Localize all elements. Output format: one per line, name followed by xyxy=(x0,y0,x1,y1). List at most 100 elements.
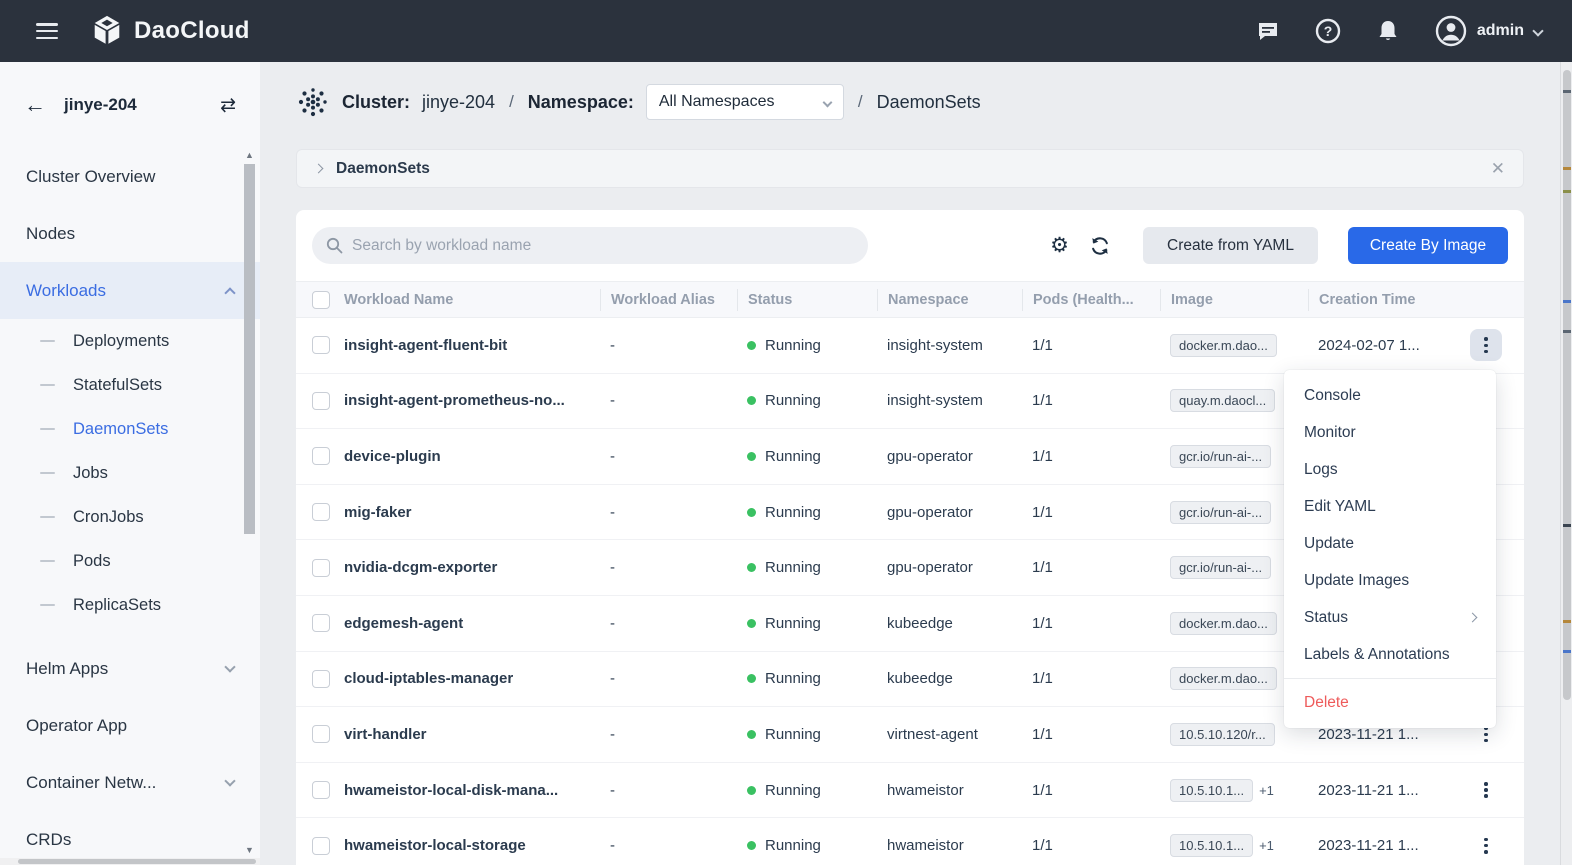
row-actions-kebab-icon[interactable] xyxy=(1470,830,1502,862)
row-actions-kebab-icon[interactable] xyxy=(1470,329,1502,361)
menu-item-edit-yaml[interactable]: Edit YAML xyxy=(1284,488,1496,525)
scrollbar-thumb[interactable] xyxy=(244,164,255,534)
workload-name-link[interactable]: cloud-iptables-manager xyxy=(340,670,600,687)
image-tag: gcr.io/run-ai-... xyxy=(1170,445,1271,468)
workload-name-link[interactable]: virt-handler xyxy=(340,726,600,743)
table-toolbar: ⚙ Create from YAML Create By Image xyxy=(296,210,1524,281)
sidebar-item-jobs[interactable]: Jobs xyxy=(0,451,260,495)
table-row[interactable]: hwameistor-local-disk-mana... - Running … xyxy=(296,763,1524,819)
workload-name-link[interactable]: mig-faker xyxy=(340,504,600,521)
sidebar-item-deployments[interactable]: Deployments xyxy=(0,319,260,363)
refresh-icon[interactable] xyxy=(1089,235,1111,257)
dash-icon xyxy=(40,604,55,607)
image-more-badge[interactable]: +1 xyxy=(1259,783,1274,798)
row-checkbox[interactable] xyxy=(312,781,330,799)
settings-gear-icon[interactable]: ⚙ xyxy=(1050,235,1069,256)
sidebar-item-pods[interactable]: Pods xyxy=(0,539,260,583)
hscrollbar-thumb[interactable] xyxy=(18,859,256,864)
row-checkbox[interactable] xyxy=(312,725,330,743)
sidebar-item-replicasets[interactable]: ReplicaSets xyxy=(0,583,260,627)
workload-name-link[interactable]: insight-agent-prometheus-no... xyxy=(340,392,600,409)
tab-title: DaemonSets xyxy=(336,160,430,178)
row-checkbox[interactable] xyxy=(312,336,330,354)
menu-item-status[interactable]: Status xyxy=(1284,599,1496,636)
status-text: Running xyxy=(765,337,821,354)
chevron-right-icon[interactable] xyxy=(314,164,324,174)
hamburger-menu-icon[interactable] xyxy=(36,23,58,39)
username: admin xyxy=(1477,22,1524,40)
col-image[interactable]: Image xyxy=(1160,289,1308,311)
sidebar-item-crds[interactable]: CRDs xyxy=(0,811,260,857)
workload-name-link[interactable]: insight-agent-fluent-bit xyxy=(340,337,600,354)
col-creation-time[interactable]: Creation Time xyxy=(1308,289,1448,311)
workload-name-link[interactable]: edgemesh-agent xyxy=(340,615,600,632)
search-box[interactable] xyxy=(312,227,868,264)
menu-item-labels-annotations[interactable]: Labels & Annotations xyxy=(1284,636,1496,673)
help-icon[interactable]: ? xyxy=(1315,18,1341,44)
row-checkbox[interactable] xyxy=(312,559,330,577)
chat-icon[interactable] xyxy=(1255,18,1281,44)
col-pods[interactable]: Pods (Health... xyxy=(1022,289,1160,311)
page-scrollbar-thumb[interactable] xyxy=(1563,70,1571,700)
create-by-image-button[interactable]: Create By Image xyxy=(1348,227,1508,264)
col-workload-name[interactable]: Workload Name xyxy=(340,292,600,308)
sidebar-scrollbar[interactable]: ▲ ▼ xyxy=(243,150,256,855)
user-menu[interactable]: admin xyxy=(1435,15,1542,47)
create-from-yaml-button[interactable]: Create from YAML xyxy=(1143,227,1318,264)
col-workload-alias[interactable]: Workload Alias xyxy=(600,289,737,311)
namespace-select[interactable]: All Namespaces xyxy=(646,84,844,120)
dash-icon xyxy=(40,516,55,519)
sidebar-horizontal-scrollbar[interactable] xyxy=(0,858,260,865)
table-row[interactable]: insight-agent-fluent-bit - Running insig… xyxy=(296,318,1524,374)
close-icon[interactable]: ✕ xyxy=(1491,159,1505,179)
menu-item-delete[interactable]: Delete xyxy=(1284,684,1496,721)
sidebar-item-nodes[interactable]: Nodes xyxy=(0,205,260,262)
sidebar-item-statefulsets[interactable]: StatefulSets xyxy=(0,363,260,407)
menu-item-monitor[interactable]: Monitor xyxy=(1284,414,1496,451)
page-tab-bar[interactable]: DaemonSets ✕ xyxy=(296,149,1524,188)
notification-bell-icon[interactable] xyxy=(1375,18,1401,44)
row-actions-kebab-icon[interactable] xyxy=(1470,774,1502,806)
workload-name-link[interactable]: hwameistor-local-storage xyxy=(340,837,600,854)
row-checkbox[interactable] xyxy=(312,503,330,521)
image-more-badge[interactable]: +1 xyxy=(1259,838,1274,853)
status-dot xyxy=(747,730,756,739)
image-tag: gcr.io/run-ai-... xyxy=(1170,556,1271,579)
row-checkbox[interactable] xyxy=(312,392,330,410)
menu-item-logs[interactable]: Logs xyxy=(1284,451,1496,488)
sidebar-item-operator-app[interactable]: Operator App xyxy=(0,697,260,754)
row-checkbox[interactable] xyxy=(312,447,330,465)
menu-item-update[interactable]: Update xyxy=(1284,525,1496,562)
sidebar-item-container-network[interactable]: Container Netw... xyxy=(0,754,260,811)
row-checkbox[interactable] xyxy=(312,670,330,688)
chevron-right-icon xyxy=(1468,613,1478,623)
app-window: DaoCloud ? admin ← jinye-204 ⇄ xyxy=(0,0,1572,865)
select-all-checkbox[interactable] xyxy=(312,291,330,309)
menu-item-update-images[interactable]: Update Images xyxy=(1284,562,1496,599)
menu-item-console[interactable]: Console xyxy=(1284,377,1496,414)
workload-name-link[interactable]: hwameistor-local-disk-mana... xyxy=(340,782,600,799)
sidebar-item-cronjobs[interactable]: CronJobs xyxy=(0,495,260,539)
search-input[interactable] xyxy=(352,237,832,255)
sidebar-item-workloads[interactable]: Workloads xyxy=(0,262,260,319)
sidebar-item-cluster-overview[interactable]: Cluster Overview xyxy=(0,148,260,205)
brand-logo[interactable]: DaoCloud xyxy=(90,14,250,48)
col-status[interactable]: Status xyxy=(737,289,877,311)
status-text: Running xyxy=(765,504,821,521)
row-checkbox[interactable] xyxy=(312,837,330,855)
breadcrumb-page: DaemonSets xyxy=(877,92,981,113)
cluster-value[interactable]: jinye-204 xyxy=(422,92,495,113)
workload-name-link[interactable]: device-plugin xyxy=(340,448,600,465)
switch-cluster-icon[interactable]: ⇄ xyxy=(220,94,236,117)
col-namespace[interactable]: Namespace xyxy=(877,289,1022,311)
scroll-down-arrow-icon[interactable]: ▼ xyxy=(243,845,256,855)
workload-name-link[interactable]: nvidia-dcgm-exporter xyxy=(340,559,600,576)
sidebar-item-helm-apps[interactable]: Helm Apps xyxy=(0,640,260,697)
row-checkbox[interactable] xyxy=(312,614,330,632)
table-row[interactable]: hwameistor-local-storage - Running hwame… xyxy=(296,818,1524,865)
sidebar-item-daemonsets[interactable]: DaemonSets xyxy=(0,407,260,451)
scroll-up-arrow-icon[interactable]: ▲ xyxy=(243,150,256,160)
page-scrollbar[interactable] xyxy=(1560,62,1572,865)
status-dot xyxy=(747,508,756,517)
back-arrow-icon[interactable]: ← xyxy=(24,94,46,116)
